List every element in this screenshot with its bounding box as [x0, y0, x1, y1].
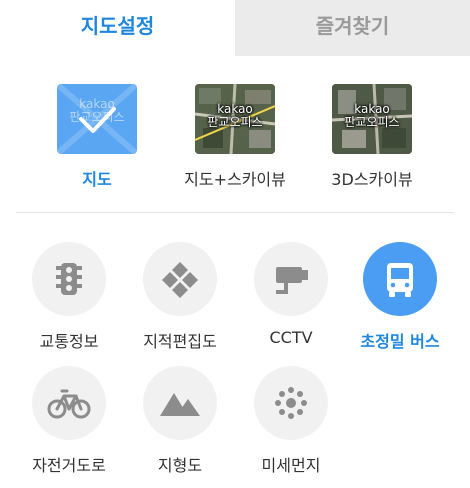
layer-label: 미세먼지: [261, 456, 321, 475]
layer-bicycle[interactable]: 자전거도로: [9, 366, 129, 476]
layer-circle: [254, 366, 328, 440]
layer-terrain[interactable]: 지형도: [120, 366, 240, 476]
layer-label: 초정밀 버스: [360, 332, 440, 351]
fine-dust-icon: [275, 387, 307, 419]
map-type-map[interactable]: kakao 판교오피스 지도: [37, 84, 157, 190]
layer-traffic[interactable]: 교통정보: [9, 242, 129, 352]
map-type-3d-skyview[interactable]: kakao 판교오피스 3D스카이뷰: [312, 84, 432, 190]
cadastral-grid-icon: [162, 262, 198, 298]
layer-circle: [254, 242, 328, 316]
layer-cctv[interactable]: CCTV: [231, 242, 351, 347]
layer-label: 자전거도로: [32, 456, 106, 475]
layer-circle: [143, 242, 217, 316]
tab-bar: 지도설정 즐겨찾기: [0, 0, 470, 56]
section-divider: [16, 212, 454, 213]
thumb-text: kakao 판교오피스: [207, 102, 263, 129]
layer-circle: [363, 242, 437, 316]
traffic-light-icon: [56, 263, 82, 295]
map-type-label: 3D스카이뷰: [331, 170, 413, 189]
layer-bus[interactable]: 초정밀 버스: [340, 242, 460, 352]
tab-favorites[interactable]: 즐겨찾기: [235, 0, 470, 56]
layer-label: 지적편집도: [143, 332, 217, 351]
layer-cadastral[interactable]: 지적편집도: [120, 242, 240, 352]
layer-circle: [143, 366, 217, 440]
map-type-label: 지도+스카이뷰: [184, 170, 286, 189]
thumb-text: kakao 판교오피스: [344, 102, 400, 129]
bus-icon: [387, 263, 413, 297]
tab-map-settings[interactable]: 지도설정: [0, 0, 235, 56]
3d-skyview-thumbnail: kakao 판교오피스: [332, 84, 412, 154]
layer-fine-dust[interactable]: 미세먼지: [231, 366, 351, 476]
layer-label: CCTV: [269, 328, 313, 347]
cctv-camera-icon: [276, 267, 308, 294]
map-type-map-skyview[interactable]: kakao 판교오피스 지도+스카이뷰: [175, 84, 295, 190]
bicycle-icon: [47, 389, 91, 419]
layer-circle: [32, 366, 106, 440]
layer-label: 지형도: [157, 456, 203, 475]
mountain-icon: [160, 393, 200, 416]
skyview-thumbnail: kakao 판교오피스: [195, 84, 275, 154]
layer-label: 교통정보: [39, 332, 99, 351]
map-type-label: 지도: [82, 170, 112, 189]
map-thumbnail: kakao 판교오피스: [57, 84, 137, 154]
checkmark-icon: [79, 107, 116, 133]
layer-circle: [32, 242, 106, 316]
